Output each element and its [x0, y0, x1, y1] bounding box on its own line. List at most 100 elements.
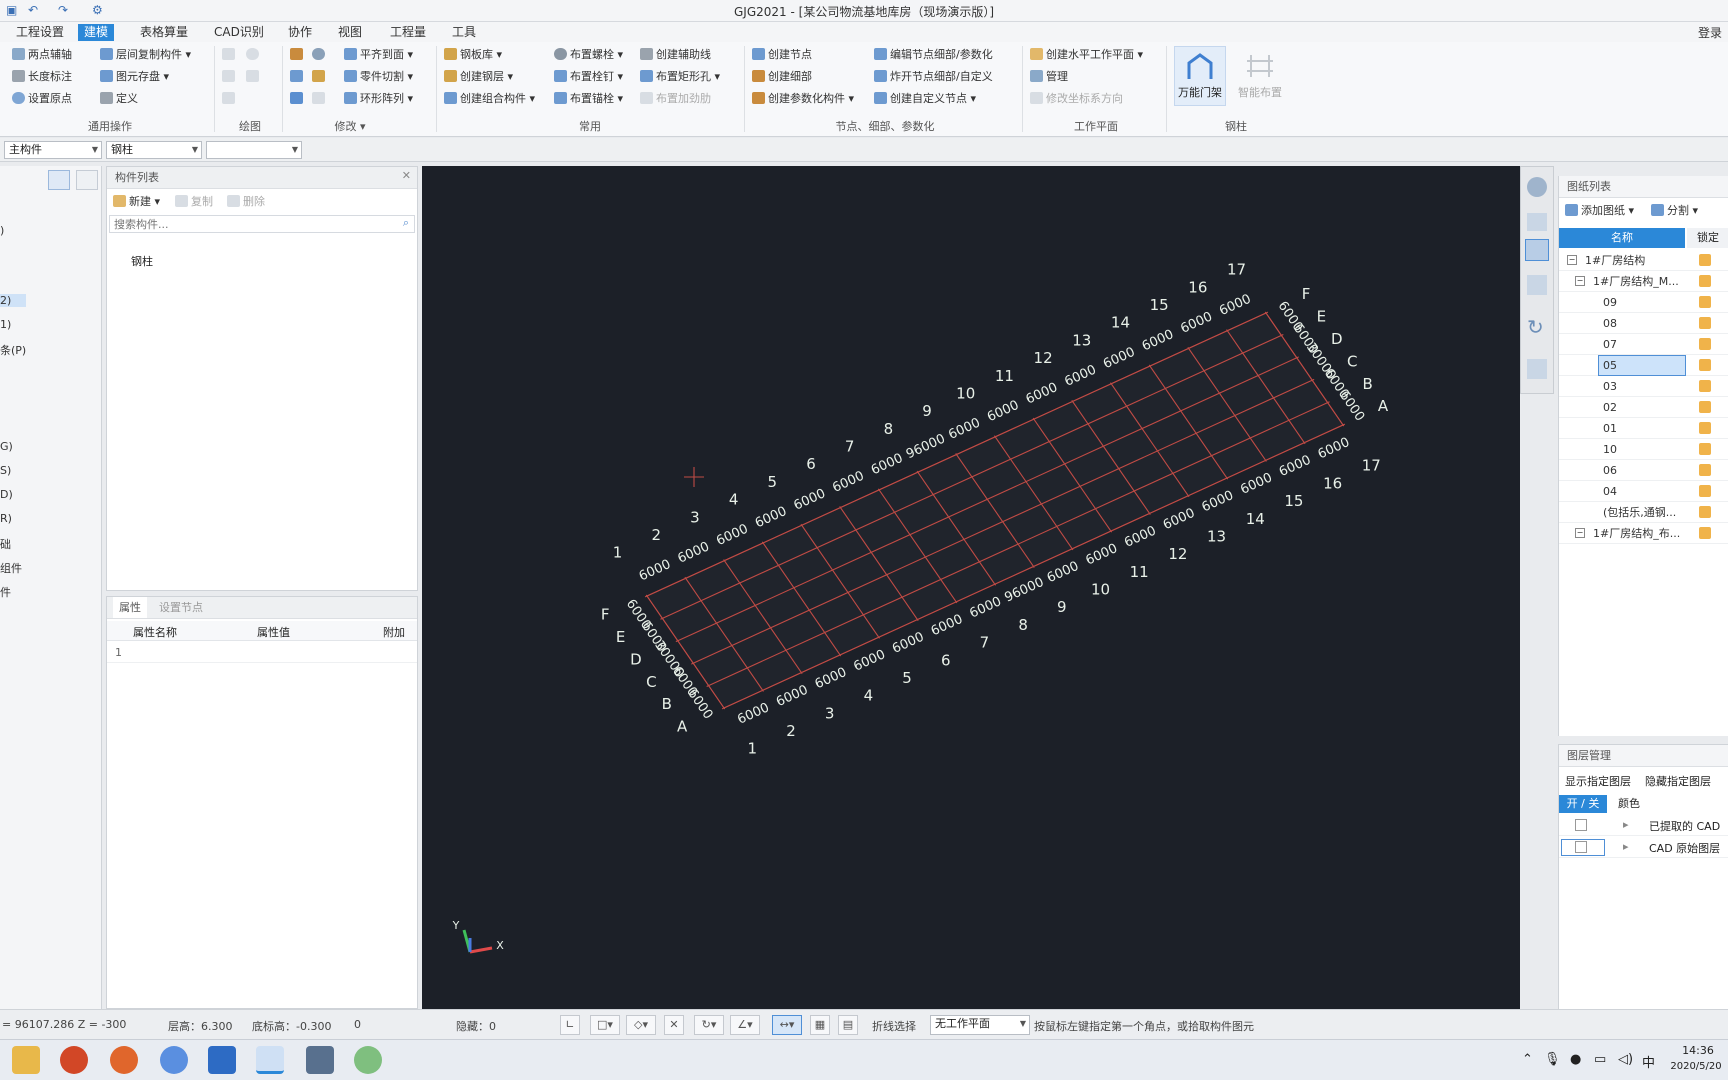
two-point-axis-button[interactable]: 两点辅轴: [12, 46, 72, 64]
nav-item[interactable]: 础: [0, 536, 11, 552]
menu-collaboration[interactable]: 协作: [282, 24, 318, 41]
nav-item[interactable]: ): [0, 224, 4, 237]
universal-portal-frame-button[interactable]: 万能门架: [1174, 46, 1226, 106]
input-method[interactable]: 中: [1642, 1052, 1655, 1071]
drawing-tree-item[interactable]: 05: [1559, 355, 1728, 376]
menu-modeling[interactable]: 建模: [78, 24, 115, 41]
drawing-tree-item[interactable]: 09: [1559, 292, 1728, 313]
lock-icon[interactable]: [1699, 485, 1711, 497]
lock-icon[interactable]: [1699, 359, 1711, 371]
volume-icon[interactable]: ◁): [1618, 1052, 1633, 1067]
draw-rect-button[interactable]: [222, 90, 238, 108]
split-drawing-button[interactable]: 分割 ▾: [1651, 202, 1698, 220]
tree-view-icon[interactable]: [76, 170, 98, 190]
gjg-app-icon[interactable]: [256, 1046, 284, 1074]
lock-icon[interactable]: [1699, 422, 1711, 434]
drawing-tree-item[interactable]: 10: [1559, 439, 1728, 460]
dimension-toggle-icon[interactable]: ↔▾: [772, 1015, 802, 1035]
copy-component-button[interactable]: 复制: [175, 193, 213, 211]
snap-icon[interactable]: □▾: [590, 1015, 620, 1035]
file-explorer-icon[interactable]: [12, 1046, 40, 1074]
search-icon[interactable]: ⌕: [403, 216, 409, 230]
collapse-icon[interactable]: −: [1575, 528, 1585, 538]
menu-tools[interactable]: 工具: [446, 24, 482, 41]
cube-view-icon[interactable]: [1527, 275, 1547, 295]
drawing-tree-item[interactable]: 08: [1559, 313, 1728, 334]
third-select[interactable]: ▼: [206, 141, 302, 159]
chat-app-icon[interactable]: [354, 1046, 382, 1074]
nav-item[interactable]: D): [0, 488, 13, 501]
column-header-color[interactable]: 颜色: [1609, 795, 1649, 813]
nav-item[interactable]: 1): [0, 318, 11, 331]
create-custom-node-button[interactable]: 创建自定义节点 ▾: [874, 90, 976, 108]
ring-array-button[interactable]: 环形阵列 ▾: [344, 90, 413, 108]
type-select[interactable]: 钢柱 ▼: [106, 141, 202, 159]
3d-viewport[interactable]: 1 1 2 2 3 3 4 4 5 5 6 6 7 7 8 8 9 9 10 10 11 11 12 12 13 13 14 14 15…: [422, 166, 1520, 1009]
orbit-icon[interactable]: [1527, 177, 1547, 197]
clock-date[interactable]: 2020/5/20: [1664, 1061, 1728, 1072]
add-drawing-button[interactable]: 添加图纸 ▾: [1565, 202, 1634, 220]
layer-toggle-checkbox[interactable]: [1575, 819, 1587, 831]
part-cut-button[interactable]: 零件切割 ▾: [344, 68, 413, 86]
layer-row[interactable]: ▸ 已提取的 CAD: [1559, 815, 1728, 836]
create-parametric-button[interactable]: 创建参数化构件 ▾: [752, 90, 854, 108]
layer-toggle-checkbox[interactable]: [1575, 841, 1587, 853]
lock-icon[interactable]: [1699, 254, 1711, 266]
draw-point-button[interactable]: [222, 46, 238, 64]
category-select[interactable]: 主构件 ▼: [4, 141, 102, 159]
drawing-tree-item[interactable]: −1#厂房结构_M...: [1559, 271, 1728, 292]
extend-button[interactable]: [312, 90, 328, 108]
drawing-tree-item[interactable]: 04: [1559, 481, 1728, 502]
nav-item[interactable]: 件: [0, 584, 11, 600]
modify-coord-direction-button[interactable]: 修改坐标系方向: [1030, 90, 1123, 108]
steel-plate-library-button[interactable]: 钢板库 ▾: [444, 46, 502, 64]
offset-button[interactable]: [290, 68, 306, 86]
create-detail-button[interactable]: 创建细部: [752, 68, 812, 86]
rotate-button[interactable]: [312, 46, 328, 64]
tab-properties[interactable]: 属性: [113, 597, 147, 618]
align-to-face-button[interactable]: 平齐到面 ▾: [344, 46, 413, 64]
cycle-icon[interactable]: ↻▾: [694, 1015, 724, 1035]
browser-icon[interactable]: [110, 1046, 138, 1074]
edit-node-detail-button[interactable]: 编辑节点细部/参数化: [874, 46, 993, 64]
lock-icon[interactable]: [1699, 443, 1711, 455]
group-modify-label[interactable]: 修改 ▾: [320, 118, 380, 134]
lock-icon[interactable]: [1699, 527, 1711, 539]
column-header-name[interactable]: 名称: [1559, 228, 1685, 248]
explode-node-button[interactable]: 炸开节点细部/自定义: [874, 68, 993, 86]
layer-row[interactable]: ▸ CAD 原始图层: [1559, 837, 1728, 858]
lock-icon[interactable]: [1699, 401, 1711, 413]
lock-icon[interactable]: [1699, 296, 1711, 308]
menu-view[interactable]: 视图: [332, 24, 368, 41]
hide-layer-link[interactable]: 隐藏指定图层: [1645, 773, 1711, 789]
manage-workplane-button[interactable]: 管理: [1030, 68, 1068, 86]
collapse-icon[interactable]: −: [1575, 276, 1585, 286]
tab-node-settings[interactable]: 设置节点: [153, 597, 209, 619]
ortho-icon[interactable]: ∟: [560, 1015, 580, 1035]
lock-icon[interactable]: [1699, 506, 1711, 518]
drawing-tree-item[interactable]: −1#厂房结构: [1559, 250, 1728, 271]
save-element-button[interactable]: 图元存盘 ▾: [100, 68, 169, 86]
new-component-button[interactable]: 新建 ▾: [113, 193, 160, 211]
microphone-icon[interactable]: 🎙: [1544, 1052, 1561, 1067]
lock-icon[interactable]: [1699, 338, 1711, 350]
lock-icon[interactable]: [1699, 464, 1711, 476]
layer-toggle-icon[interactable]: ▤: [838, 1015, 858, 1035]
chevron-up-icon[interactable]: ⌃: [1522, 1052, 1533, 1067]
calculator-icon[interactable]: [306, 1046, 334, 1074]
firefox-icon[interactable]: [160, 1046, 188, 1074]
copy-between-floors-button[interactable]: 层间复制构件 ▾: [100, 46, 191, 64]
edit-brush-button[interactable]: [290, 46, 306, 64]
create-assembly-button[interactable]: 创建组合构件 ▾: [444, 90, 535, 108]
zoom-extents-icon[interactable]: [1527, 359, 1547, 379]
nav-item[interactable]: G): [0, 440, 13, 453]
column-header-toggle[interactable]: 开 / 关: [1559, 795, 1607, 813]
nav-item[interactable]: 组件: [0, 560, 22, 576]
smart-place-button[interactable]: 智能布置: [1234, 46, 1286, 106]
cross-icon[interactable]: ✕: [664, 1015, 684, 1035]
show-layer-link[interactable]: 显示指定图层: [1565, 773, 1631, 789]
component-search-input[interactable]: [109, 215, 415, 233]
view-2d-icon[interactable]: [1527, 213, 1547, 231]
lock-icon[interactable]: [1699, 380, 1711, 392]
pdf-app-icon[interactable]: [208, 1046, 236, 1074]
